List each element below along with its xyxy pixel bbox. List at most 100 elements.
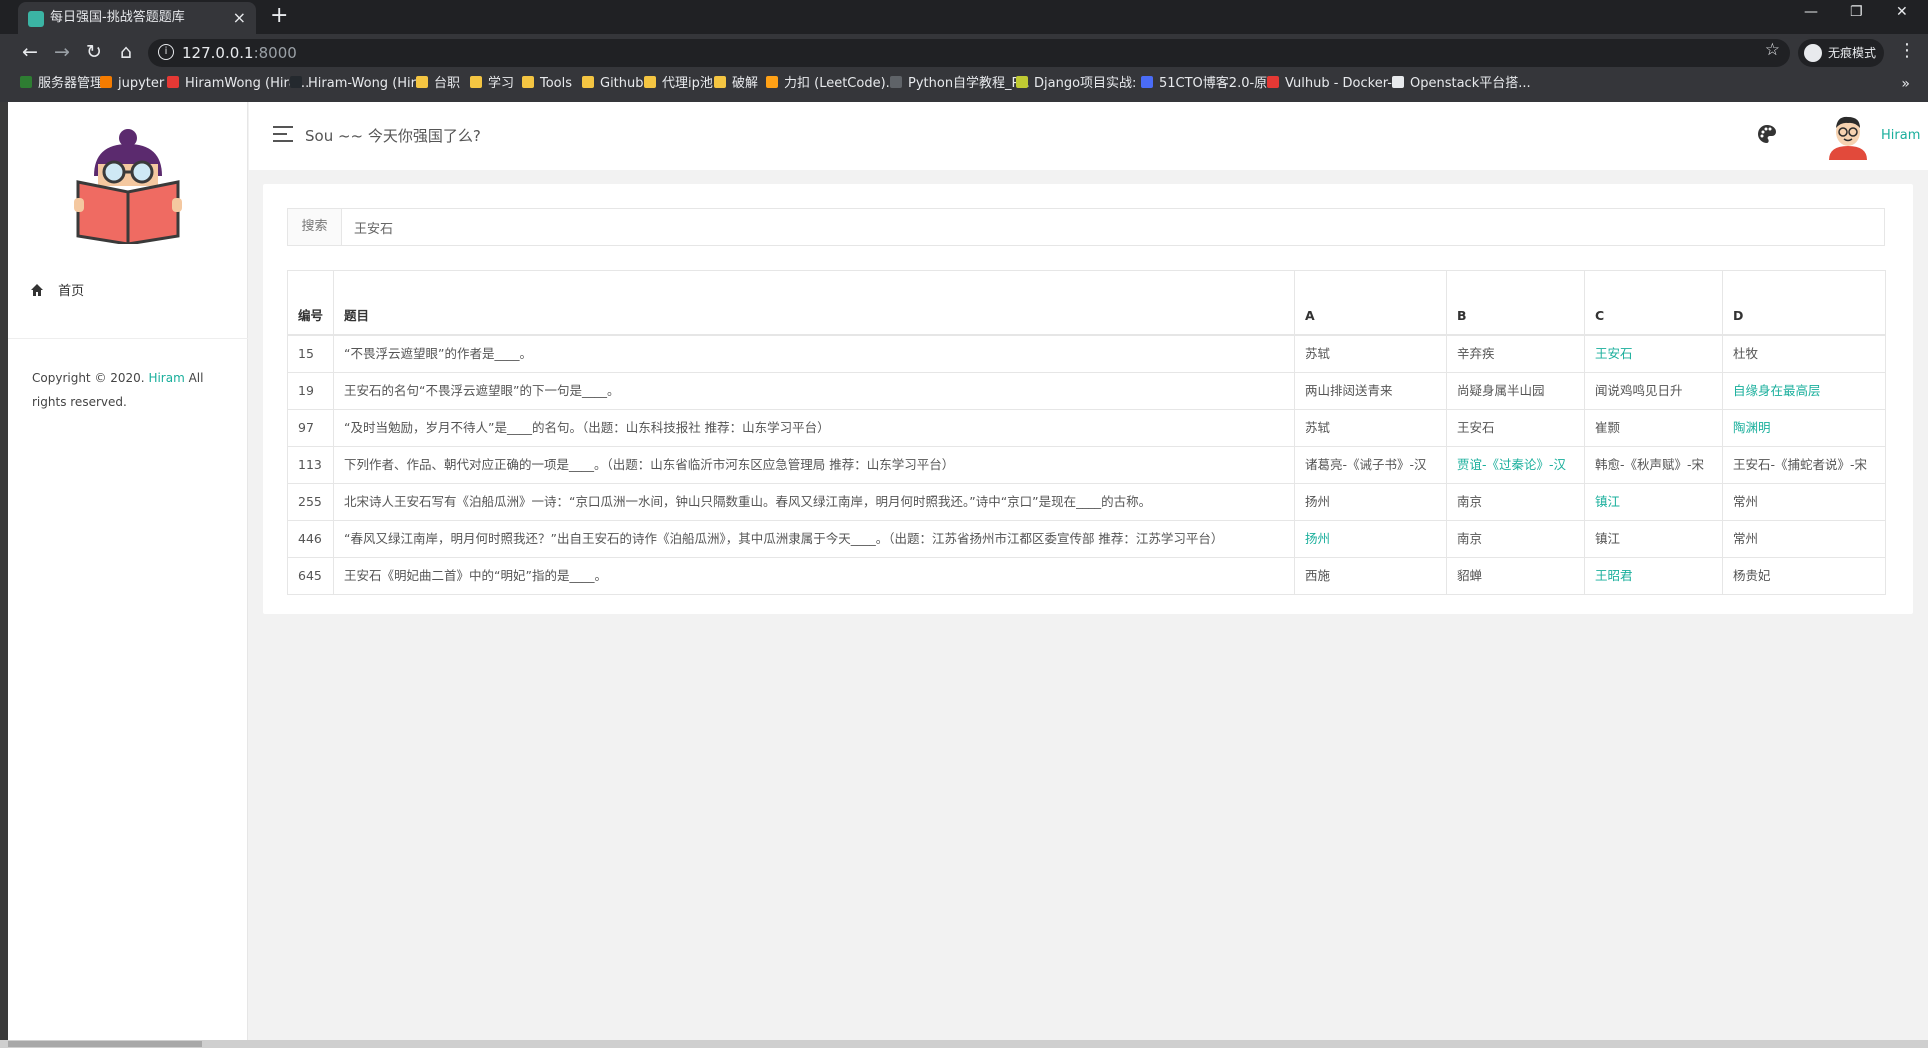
home-browser-icon[interactable]: ⌂ [114,41,138,63]
forward-icon[interactable]: → [50,41,74,63]
bookmarks-overflow-icon[interactable]: » [1901,72,1910,96]
bookmark-item[interactable]: Hiram-Wong (Hir... [290,72,427,96]
cell-id: 645 [287,556,334,595]
cell-option-d: 常州 [1722,519,1886,558]
column-header-d: D [1722,270,1886,335]
close-tab-icon[interactable]: × [233,2,246,34]
cell-id: 19 [287,371,334,410]
header: Sou ~~ 今天你强国了么? Hiram [249,102,1928,170]
incognito-badge[interactable]: 无痕模式 [1798,39,1884,67]
table-row: 19 王安石的名句“不畏浮云遮望眼”的下一句是____。 两山排闼送青来 尚疑身属半山… [287,371,1886,410]
cell-option-a: 扬州 [1294,519,1447,558]
bookmark-item[interactable]: Python自学教程_P... [890,72,1030,96]
palette-icon[interactable] [1757,124,1777,144]
cell-option-b: 南京 [1446,519,1585,558]
cell-option-c: 闻说鸡鸣见日升 [1584,371,1723,410]
tab-title: 每日强国-挑战答题题库 [50,10,185,25]
bookmark-item[interactable]: 代理ip池 [644,72,713,96]
url-text: 127.0.0.1:8000 [182,44,297,62]
reload-icon[interactable]: ↻ [82,41,106,63]
bookmark-label: Vulhub - Docker-... [1285,76,1405,91]
cell-option-c: 崔颢 [1584,408,1723,447]
bookmark-icon [290,76,302,88]
column-header-question: 题目 [333,270,1295,335]
table-row: 255 北宋诗人王安石写有《泊船瓜洲》一诗：“京口瓜洲一水间，钟山只隔数重山。春风… [287,482,1886,521]
cell-option-c: 镇江 [1584,482,1723,521]
bookmark-item[interactable]: Django项目实战: ... [1016,72,1153,96]
tab-favicon-icon [28,11,44,27]
address-bar[interactable]: i 127.0.0.1:8000 ☆ [148,39,1790,67]
bookmark-item[interactable]: 学习 [470,72,514,96]
copyright-link[interactable]: Hiram [148,371,184,385]
cell-option-a: 扬州 [1294,482,1447,521]
bookmark-item[interactable]: Tools [522,72,572,96]
table-row: 15 “不畏浮云遮望眼”的作者是____。 苏轼 辛弃疾 王安石 杜牧 [287,334,1886,373]
info-icon[interactable]: i [158,44,174,60]
bookmark-item[interactable]: 服务器管理 [20,72,103,96]
bookmark-star-icon[interactable]: ☆ [1765,40,1780,60]
column-header-a: A [1294,270,1447,335]
cell-question: 王安石的名句“不畏浮云遮望眼”的下一句是____。 [333,371,1295,410]
sidebar: 首页 Copyright © 2020. Hiram All rights re… [8,102,248,1040]
cell-question: “不畏浮云遮望眼”的作者是____。 [333,334,1295,373]
sidebar-divider [8,338,248,339]
username[interactable]: Hiram [1881,102,1920,170]
minimize-icon[interactable]: — [1804,4,1818,20]
bookmark-icon [416,76,428,88]
new-tab-icon[interactable]: + [270,3,288,28]
cell-question: 下列作者、作品、朝代对应正确的一项是____。（出题：山东省临沂市河东区应急管理… [333,445,1295,484]
horizontal-scrollbar[interactable] [0,1040,1928,1048]
bookmark-icon [100,76,112,88]
bookmark-item[interactable]: jupyter [100,72,164,96]
cell-option-d: 杜牧 [1722,334,1886,373]
content-card: 搜索 编号 题目 A B C D 15“不畏浮云遮望眼”的作者是____。苏轼辛… [263,184,1913,614]
cell-option-a: 苏轼 [1294,334,1447,373]
scrollbar-thumb[interactable] [8,1041,202,1047]
column-header-b: B [1446,270,1585,335]
sidebar-item-label: 首页 [58,284,85,299]
cell-option-b: 尚疑身属半山园 [1446,371,1585,410]
cell-id: 15 [287,334,334,373]
cell-option-c: 王安石 [1584,334,1723,373]
bookmark-item[interactable]: 51CTO博客2.0-原... [1141,72,1280,96]
bookmark-item[interactable]: HiramWong (Hira... [167,72,309,96]
cell-option-b: 辛弃疾 [1446,334,1585,373]
bookmarks-bar: » 服务器管理 jupyter HiramWong (Hira... Hiram-Wo… [0,72,1928,102]
bookmark-item[interactable]: 破解 [714,72,758,96]
window-left-edge [0,102,8,1040]
bookmark-label: Hiram-Wong (Hir... [308,76,428,91]
cell-option-d: 王安石-《捕蛇者说》-宋 [1722,445,1886,484]
cell-option-a: 西施 [1294,556,1447,595]
sidebar-item-home[interactable]: 首页 [30,282,84,302]
bookmark-item[interactable]: 力扣 (LeetCode)... [766,72,898,96]
bookmark-item[interactable]: 台职 [416,72,460,96]
close-window-icon[interactable]: ✕ [1896,4,1908,20]
table-row: 645 王安石《明妃曲二首》中的“明妃”指的是____。 西施 貂蝉 王昭君 杨贵妃 [287,556,1886,595]
restore-icon[interactable]: ❐ [1850,4,1863,20]
search-input[interactable] [342,209,1884,245]
bookmark-item[interactable]: Openstack平台搭... [1392,72,1531,96]
menu-toggle-icon[interactable] [273,126,293,142]
search-label: 搜索 [288,209,342,245]
page: 首页 Copyright © 2020. Hiram All rights re… [8,102,1928,1040]
tab-strip: 每日强国-挑战答题题库 × + — ❐ ✕ [0,0,1928,34]
browser-tab[interactable]: 每日强国-挑战答题题库 × [18,2,256,34]
bookmark-item[interactable]: Github [582,72,644,96]
browser-toolbar: ← → ↻ ⌂ i 127.0.0.1:8000 ☆ 无痕模式 [0,34,1928,72]
column-header-id: 编号 [287,270,334,335]
cell-option-d: 常州 [1722,482,1886,521]
back-icon[interactable]: ← [18,41,42,63]
table-row: 113 下列作者、作品、朝代对应正确的一项是____。（出题：山东省临沂市河东区应… [287,445,1886,484]
bookmark-icon [890,76,902,88]
bookmark-icon [1016,76,1028,88]
cell-option-c: 韩愈-《秋声赋》-宋 [1584,445,1723,484]
bookmark-label: Django项目实战: ... [1034,76,1153,91]
avatar[interactable] [1827,114,1869,160]
cell-option-c: 王昭君 [1584,556,1723,595]
bookmark-item[interactable]: Vulhub - Docker-... [1267,72,1404,96]
bookmark-label: 代理ip池 [662,76,713,91]
column-header-c: C [1584,270,1723,335]
bookmark-icon [1392,76,1404,88]
browser-menu-icon[interactable]: ⋮ [1898,40,1916,61]
bookmark-icon [1141,76,1153,88]
